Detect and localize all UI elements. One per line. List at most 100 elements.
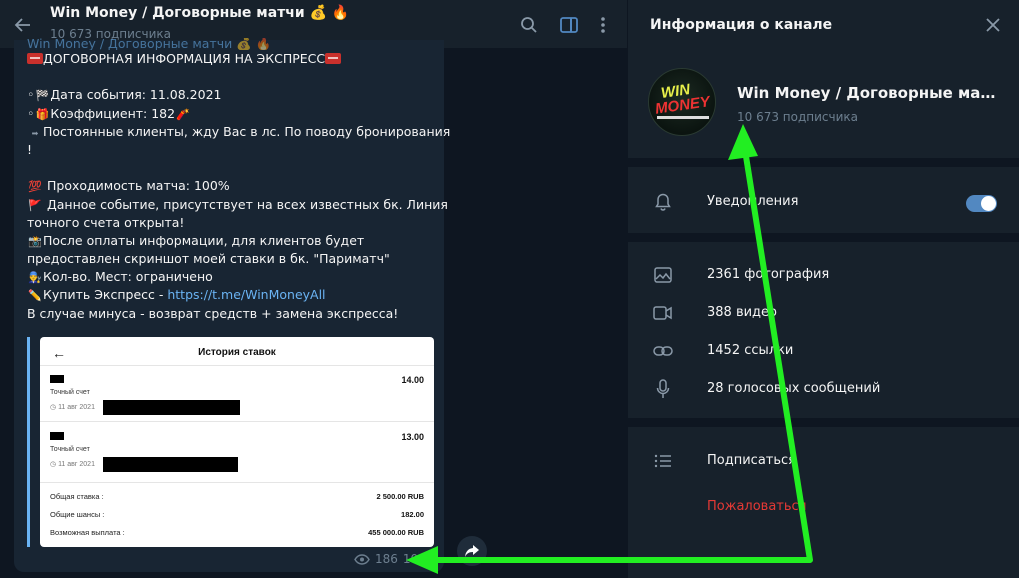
bet1-type: Точный счет xyxy=(50,389,90,396)
message-line-pass: 💯 Проходимость матча: 100% xyxy=(27,177,437,195)
divider xyxy=(40,365,434,366)
red-flag-icon: 🚩 xyxy=(28,198,42,212)
message-line-event-2: точного счета открыта! xyxy=(27,214,185,230)
media-label: 1452 ссылки xyxy=(707,343,794,358)
camera-flash-icon: 📸 xyxy=(28,234,42,248)
pencil-icon: ✏️ xyxy=(28,289,42,303)
views-count: 186 xyxy=(375,552,398,566)
section-separator xyxy=(628,158,1019,167)
summary-label: Общие шансы : xyxy=(50,510,105,519)
message-line-after-1: 📸После оплаты информации, для клиентов б… xyxy=(27,232,437,250)
bet2-odds: 13.00 xyxy=(401,432,424,442)
channel-info-panel: Информация о канале WIN MONEY Win Money … xyxy=(628,0,1019,578)
message-time: 10: xyxy=(402,552,423,566)
firecracker-icon: 🧨 xyxy=(176,107,190,121)
media-row-voice[interactable]: 28 голосовых сообщений xyxy=(628,370,1019,408)
checkered-flag-icon: 🏁 xyxy=(35,89,50,103)
attachment-preview[interactable]: ← История ставок 14.00 Точный счет ◷ 11 … xyxy=(27,337,434,547)
redacted-block xyxy=(50,432,64,440)
divider xyxy=(40,421,434,422)
mechanic-icon: 👨‍🔧 xyxy=(28,271,42,285)
flag-icon xyxy=(27,53,43,64)
clock-icon: ◷ xyxy=(50,404,57,411)
more-vertical-icon xyxy=(601,17,605,33)
redacted-block xyxy=(103,457,238,472)
message-text: Win Money / Договорные матчи 💰 🔥 ДОГОВОР… xyxy=(27,38,451,323)
message-line-event-1: 🚩 Данное событие, присутствует на всех и… xyxy=(27,196,448,214)
message-line-clients: ➡ Постоянные клиенты, жду Вас в лс. По по… xyxy=(27,123,451,141)
media-label: 2361 фотография xyxy=(707,267,830,282)
gift-icon: 🎁 xyxy=(35,107,50,121)
media-row-videos[interactable]: 388 видео xyxy=(628,294,1019,332)
channel-avatar[interactable]: WIN MONEY xyxy=(648,68,716,136)
media-row-photos[interactable]: 2361 фотография xyxy=(628,256,1019,294)
bet2-date: ◷ 11 авг 2021 xyxy=(50,461,95,468)
message-line-after-2: предоставлен скриншот моей ставки в бк. … xyxy=(27,251,390,267)
message-line-clients-end: ! xyxy=(27,141,33,157)
bet-history-image[interactable]: ← История ставок 14.00 Точный счет ◷ 11 … xyxy=(40,337,434,547)
report-label: Пожаловаться xyxy=(707,499,807,514)
bell-icon xyxy=(652,192,674,212)
back-button[interactable] xyxy=(10,12,36,38)
bet1-odds: 14.00 xyxy=(401,375,424,385)
section-separator xyxy=(628,418,1019,427)
redacted-block xyxy=(50,375,64,383)
section-separator xyxy=(628,233,1019,242)
summary-value: 455 000.00 RUB xyxy=(368,528,424,537)
link-icon xyxy=(652,341,674,361)
bet1-date: ◷ 11 авг 2021 xyxy=(50,404,95,411)
summary-label: Возможная выплата : xyxy=(50,528,125,537)
message-blank xyxy=(27,68,437,86)
message-line-coef: ◦🎁Коэффициент: 182🧨 xyxy=(27,105,437,123)
summary-label: Общая ставка : xyxy=(50,492,104,501)
flag-icon xyxy=(325,53,342,64)
media-label: 28 голосовых сообщений xyxy=(707,381,881,396)
eye-icon xyxy=(354,553,370,565)
summary-value: 182.00 xyxy=(401,510,424,519)
panel-title: Информация о канале xyxy=(650,17,833,33)
message-cut-line: Win Money / Договорные матчи 💰 🔥 xyxy=(27,38,272,50)
notifications-row[interactable]: Уведомления xyxy=(628,183,1019,221)
report-row[interactable]: Пожаловаться xyxy=(628,488,1019,526)
video-icon xyxy=(652,303,674,323)
close-button[interactable] xyxy=(980,12,1006,38)
bet-history-title: История ставок xyxy=(198,347,276,358)
notifications-toggle[interactable] xyxy=(966,195,997,212)
chat-area: Win Money / Договорные матчи 💰 🔥 10 673 … xyxy=(0,0,627,578)
summary-value: 2 500.00 RUB xyxy=(376,492,424,501)
notifications-label: Уведомления xyxy=(707,194,799,209)
channel-name: Win Money / Договорные матчи 💰 🔥 xyxy=(737,84,997,102)
subscribe-label: Подписаться xyxy=(707,453,796,468)
message-line-header: ДОГОВОРНАЯ ИНФОРМАЦИЯ НА ЭКСПРЕСС xyxy=(27,50,437,68)
photo-icon xyxy=(652,265,674,285)
clock-icon: ◷ xyxy=(50,461,57,468)
message-blank xyxy=(27,159,437,177)
sidebar-toggle-button[interactable] xyxy=(556,12,582,38)
media-label: 388 видео xyxy=(707,305,777,320)
search-icon xyxy=(521,17,537,33)
chat-title[interactable]: Win Money / Договорные матчи 💰 🔥 xyxy=(50,5,349,21)
share-button[interactable] xyxy=(457,536,487,566)
media-row-links[interactable]: 1452 ссылки xyxy=(628,332,1019,370)
redacted-block xyxy=(103,400,240,415)
list-icon xyxy=(652,451,674,471)
more-button[interactable] xyxy=(590,12,616,38)
divider xyxy=(40,482,434,483)
telegram-window: Win Money / Договорные матчи 💰 🔥 10 673 … xyxy=(0,0,1019,578)
arrow-left-icon xyxy=(14,18,30,32)
message-views: 186 10: xyxy=(354,552,422,566)
channel-link[interactable]: https://t.me/WinMoneyAll xyxy=(167,287,325,302)
bet2-type: Точный счет xyxy=(50,446,90,453)
message-line-places: 👨‍🔧Кол-во. Мест: ограничено xyxy=(27,268,437,286)
search-button[interactable] xyxy=(516,12,542,38)
sidebar-toggle-icon xyxy=(560,17,578,33)
message-line-buy: ✏️Купить Экспресс - https://t.me/WinMone… xyxy=(27,286,437,304)
message-line-refund: В случае минуса - возврат средств + заме… xyxy=(27,305,399,321)
hundred-icon: 💯 xyxy=(28,180,42,194)
share-icon xyxy=(465,545,479,557)
channel-subscribers: 10 673 подписчика xyxy=(737,110,859,124)
message-line-date: ◦🏁Дата события: 11.08.2021 xyxy=(27,86,437,104)
subscribe-row[interactable]: Подписаться xyxy=(628,442,1019,480)
microphone-icon xyxy=(652,379,674,399)
close-icon xyxy=(986,18,1000,32)
